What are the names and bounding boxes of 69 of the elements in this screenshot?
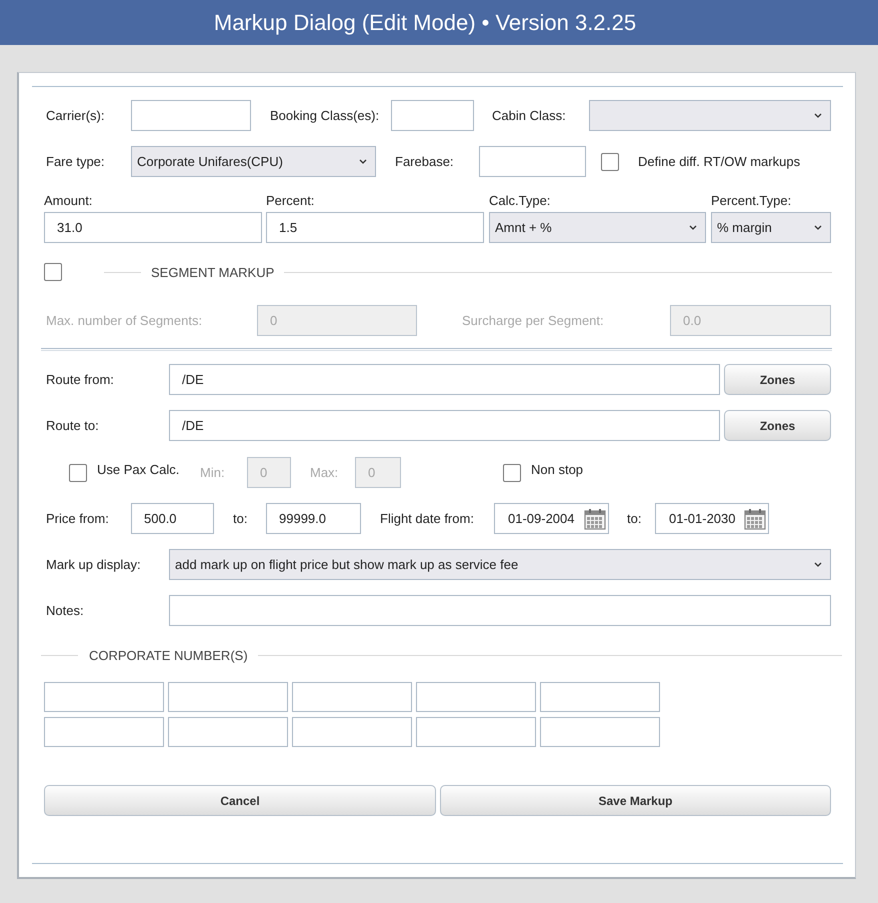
input-field[interactable]	[44, 682, 164, 712]
dropdown[interactable]	[589, 100, 831, 131]
calendar-icon[interactable]	[584, 508, 606, 530]
calendar-icon[interactable]	[744, 508, 766, 530]
input-field[interactable]	[292, 717, 412, 747]
field-label: Cabin Class:	[491, 108, 567, 123]
field-label: Max:	[309, 465, 340, 480]
input-field[interactable]: 500.0	[131, 503, 214, 534]
field-label: Mark up display:	[45, 557, 142, 572]
zones-button[interactable]: Zones	[724, 364, 831, 395]
input-field[interactable]: /DE	[169, 364, 720, 395]
input-field[interactable]	[131, 100, 251, 131]
dropdown[interactable]: Amnt + %	[489, 212, 706, 243]
input-field[interactable]	[416, 682, 536, 712]
field-label: Route to:	[45, 418, 100, 433]
input-field[interactable]	[391, 100, 474, 131]
checkbox[interactable]	[44, 263, 62, 281]
input-field[interactable]	[416, 717, 536, 747]
checkbox[interactable]	[69, 464, 87, 482]
field-label: Surcharge per Segment:	[461, 313, 605, 328]
input-field[interactable]	[292, 682, 412, 712]
field-label: Define diff. RT/OW markups	[637, 154, 800, 169]
field-label: Fare type:	[45, 154, 106, 169]
input-field[interactable]	[168, 717, 288, 747]
checkbox[interactable]	[601, 152, 619, 170]
input-field[interactable]	[479, 146, 586, 177]
input-field[interactable]: 31.0	[44, 212, 262, 243]
chevron-down-icon	[814, 562, 822, 567]
date-field[interactable]: 01-01-2030	[655, 503, 769, 534]
field-label: Notes:	[45, 603, 85, 618]
dropdown[interactable]: % margin	[711, 212, 831, 243]
field-label: Calc.Type:	[489, 193, 552, 209]
section-heading: CORPORATE NUMBER(S)	[89, 648, 248, 662]
field-label: Non stop	[530, 462, 584, 477]
field-label: Amount:	[44, 193, 94, 209]
dropdown[interactable]: Corporate Unifares(CPU)	[131, 146, 376, 177]
save-button[interactable]: Save Markup	[440, 785, 831, 816]
zones-button[interactable]: Zones	[724, 410, 831, 441]
input-field[interactable]: 1.5	[266, 212, 484, 243]
field-label: to:	[232, 511, 248, 526]
chevron-down-icon	[689, 225, 697, 230]
input-field[interactable]	[540, 682, 660, 712]
field-label: Percent:	[266, 193, 316, 209]
field-label: to:	[626, 511, 642, 526]
field-label: Route from:	[45, 372, 115, 387]
date-field[interactable]: 01-09-2004	[494, 503, 609, 534]
field-label: Use Pax Calc.	[96, 462, 180, 477]
field-label: Max. number of Segments:	[45, 313, 204, 328]
field-label: Farebase:	[394, 154, 455, 169]
field-label: Price from:	[45, 511, 110, 526]
input-field[interactable]	[44, 717, 164, 747]
input-field[interactable]: 99999.0	[266, 503, 361, 534]
field-label: Carrier(s):	[45, 108, 106, 123]
field-label: Min:	[199, 465, 226, 480]
field-label: Percent.Type:	[711, 193, 792, 209]
section-heading: SEGMENT MARKUP	[151, 264, 274, 280]
input-field[interactable]	[540, 717, 660, 747]
dropdown[interactable]: add mark up on flight price but show mark up as service fee	[169, 549, 831, 580]
input-field[interactable]: /DE	[169, 410, 720, 441]
cancel-button[interactable]: Cancel	[44, 785, 436, 816]
chevron-down-icon	[359, 159, 367, 164]
chevron-down-icon	[814, 113, 822, 118]
input-field[interactable]	[169, 595, 831, 626]
field-label: Flight date from:	[379, 511, 475, 526]
window-title: Markup Dialog (Edit Mode) • Version 3.2.25	[214, 10, 636, 36]
chevron-down-icon	[814, 225, 822, 230]
input-field[interactable]	[168, 682, 288, 712]
checkbox[interactable]	[503, 464, 521, 482]
field-label: Booking Class(es):	[269, 108, 380, 123]
